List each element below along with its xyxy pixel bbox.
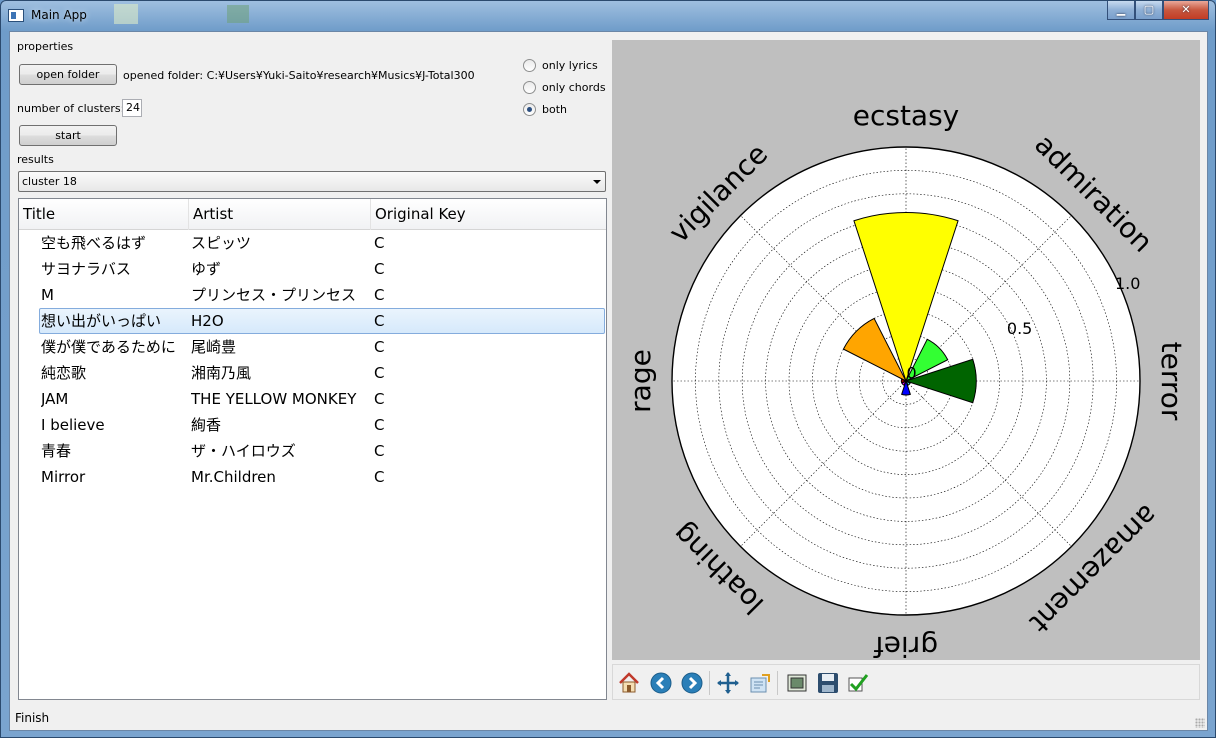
window-title: Main App bbox=[31, 8, 87, 22]
cell-original-key: C bbox=[374, 286, 385, 304]
cell-original-key: C bbox=[374, 390, 385, 408]
cell-artist: H2O bbox=[191, 312, 224, 330]
radio-indicator[interactable] bbox=[523, 103, 536, 116]
table-row[interactable]: 僕が僕であるために 尾崎豊 C bbox=[19, 334, 606, 360]
radio-both[interactable]: both bbox=[523, 103, 567, 116]
cluster-select-value: cluster 18 bbox=[22, 175, 77, 188]
category-label-terror: terror bbox=[1155, 342, 1188, 421]
radio-indicator[interactable] bbox=[523, 81, 536, 94]
cell-original-key: C bbox=[374, 234, 385, 252]
polar-chart: 00.51.0ecstasyadmirationterroramazementg… bbox=[624, 99, 1188, 663]
cell-original-key: C bbox=[374, 260, 385, 278]
cell-artist: THE YELLOW MONKEY bbox=[191, 390, 357, 408]
cell-artist: 湘南乃風 bbox=[191, 364, 252, 382]
save-icon[interactable] bbox=[816, 671, 840, 695]
cell-artist: Mr.Children bbox=[191, 468, 276, 486]
category-label-rage: rage bbox=[624, 349, 657, 413]
radio-only-chords[interactable]: only chords bbox=[523, 81, 606, 94]
cell-title: 空も飛べるはず bbox=[41, 234, 147, 252]
cell-artist: スピッツ bbox=[191, 234, 252, 252]
chevron-down-icon[interactable] bbox=[593, 180, 601, 184]
cell-artist: 尾崎豊 bbox=[191, 338, 237, 356]
radio-label: only lyrics bbox=[542, 59, 598, 72]
close-button[interactable]: ✕ bbox=[1163, 1, 1209, 20]
radio-indicator[interactable] bbox=[523, 59, 536, 72]
radial-tick-label: 0.5 bbox=[1007, 319, 1032, 338]
cell-original-key: C bbox=[374, 338, 385, 356]
table-row[interactable]: 青春 ザ・ハイロウズ C bbox=[19, 438, 606, 464]
radial-tick-label: 1.0 bbox=[1115, 274, 1140, 293]
category-label-ecstasy: ecstasy bbox=[853, 99, 960, 132]
maximize-button[interactable]: ▢ bbox=[1135, 1, 1163, 20]
cell-artist: プリンセス・プリンセス bbox=[191, 286, 357, 304]
start-button[interactable]: start bbox=[19, 125, 117, 146]
cell-artist: ゆず bbox=[191, 260, 222, 278]
main-window: Main App ▁ ▢ ✕ properties open folder op… bbox=[0, 0, 1216, 738]
open-folder-button[interactable]: open folder bbox=[19, 64, 117, 85]
table-row[interactable]: サヨナラバス ゆず C bbox=[19, 256, 606, 282]
home-icon[interactable] bbox=[617, 671, 641, 695]
toolbar-separator bbox=[709, 671, 710, 695]
toolbar-separator bbox=[777, 671, 778, 695]
radio-only-lyrics[interactable]: only lyrics bbox=[523, 59, 598, 72]
cell-original-key: C bbox=[374, 364, 385, 382]
results-table[interactable]: Title Artist Original Key 空も飛べるはず スピッツ C サヨ… bbox=[18, 198, 607, 700]
table-row[interactable]: I believe 絢香 C bbox=[19, 412, 606, 438]
radial-tick-label: 0 bbox=[906, 364, 916, 383]
zoom-icon[interactable] bbox=[785, 671, 809, 695]
cell-title: 想い出がいっぱい bbox=[41, 312, 162, 330]
table-row[interactable]: Mirror Mr.Children C bbox=[19, 464, 606, 490]
cell-original-key: C bbox=[374, 468, 385, 486]
status-bar-text: Finish bbox=[15, 711, 50, 725]
check-icon[interactable] bbox=[846, 671, 870, 695]
cell-artist: ザ・ハイロウズ bbox=[191, 442, 296, 460]
cell-title: JAM bbox=[41, 390, 69, 408]
category-label-grief: grief bbox=[873, 630, 938, 660]
num-clusters-label: number of clusters: bbox=[17, 102, 125, 115]
configure-subplots-icon[interactable] bbox=[748, 671, 772, 695]
client-area: properties open folder opened folder: C:… bbox=[9, 31, 1208, 731]
forward-icon[interactable] bbox=[680, 671, 704, 695]
cell-title: M bbox=[41, 286, 54, 304]
polar-chart-area[interactable]: 0 0.5 1.0 ecstasy admiration terror amazement g… bbox=[612, 40, 1200, 663]
minimize-button[interactable]: ▁ bbox=[1107, 1, 1135, 20]
taskbar-thumbnail-icon bbox=[114, 4, 138, 24]
cell-original-key: C bbox=[374, 416, 385, 434]
title-bar[interactable]: Main App ▁ ▢ ✕ bbox=[1, 1, 1215, 31]
plot-toolbar bbox=[612, 664, 1200, 700]
table-row[interactable]: 想い出がいっぱい H2O C bbox=[19, 308, 606, 334]
table-row[interactable]: 空も飛べるはず スピッツ C bbox=[19, 230, 606, 256]
cell-title: 青春 bbox=[41, 442, 72, 460]
pan-icon[interactable] bbox=[716, 671, 740, 695]
app-icon bbox=[8, 9, 24, 22]
table-header: Title Artist Original Key bbox=[19, 199, 606, 230]
cell-title: 純恋歌 bbox=[41, 364, 87, 382]
table-row[interactable]: 純恋歌 湘南乃風 C bbox=[19, 360, 606, 386]
column-header-title[interactable]: Title bbox=[19, 199, 189, 230]
back-icon[interactable] bbox=[649, 671, 673, 695]
results-label: results bbox=[17, 153, 54, 166]
resize-grip[interactable] bbox=[1195, 718, 1205, 728]
table-row[interactable]: M プリンセス・プリンセス C bbox=[19, 282, 606, 308]
cell-title: サヨナラバス bbox=[41, 260, 131, 278]
table-row[interactable]: JAM THE YELLOW MONKEY C bbox=[19, 386, 606, 412]
cluster-select[interactable]: cluster 18 bbox=[18, 171, 606, 192]
column-header-original-key[interactable]: Original Key bbox=[371, 199, 606, 230]
num-clusters-input[interactable]: 24 bbox=[122, 99, 142, 117]
cell-original-key: C bbox=[374, 442, 385, 460]
column-header-artist[interactable]: Artist bbox=[189, 199, 371, 230]
cell-original-key: C bbox=[374, 312, 385, 330]
cell-title: 僕が僕であるために bbox=[41, 338, 176, 356]
cell-artist: 絢香 bbox=[191, 416, 222, 434]
cell-title: I believe bbox=[41, 416, 105, 434]
opened-folder-path: opened folder: C:¥Users¥Yuki-Saito¥resea… bbox=[123, 69, 475, 82]
properties-heading: properties bbox=[17, 40, 74, 53]
radio-label: both bbox=[542, 103, 567, 116]
window-controls: ▁ ▢ ✕ bbox=[1107, 1, 1209, 20]
taskbar-thumbnail-icon bbox=[227, 5, 249, 23]
radio-label: only chords bbox=[542, 81, 606, 94]
cell-title: Mirror bbox=[41, 468, 86, 486]
